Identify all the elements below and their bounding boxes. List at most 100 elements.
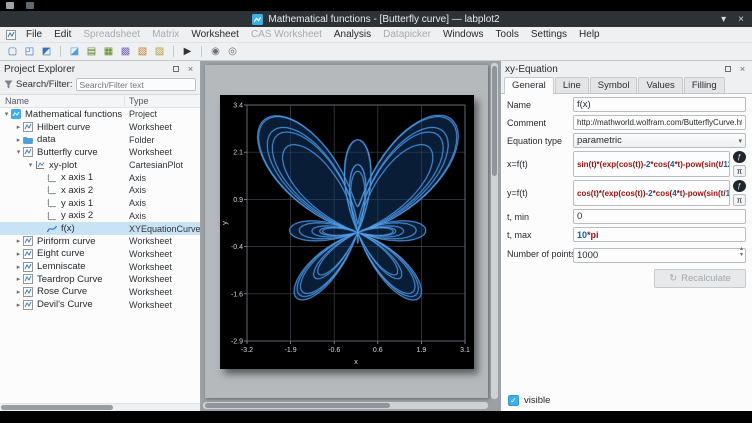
tree-row-y-axis-2[interactable]: y axis 2Axis	[0, 210, 200, 223]
explorer-horizontal-scrollbar[interactable]	[0, 403, 200, 411]
new-workbook-icon[interactable]: ▤	[84, 45, 99, 59]
expander-icon[interactable]: ▸	[14, 301, 23, 309]
xy-plot-area[interactable]: -3.2-1.9-0.60.61.93.13.42.10.9-0.4-1.6-2…	[220, 95, 474, 369]
open-project-icon[interactable]: ◰	[22, 45, 37, 59]
tab-filling[interactable]: Filling	[684, 77, 725, 93]
insert-constant-button[interactable]: π	[733, 194, 746, 206]
tree-row-hilbert-curve[interactable]: ▸Hilbert curveWorksheet	[0, 121, 200, 134]
scrollbar-thumb[interactable]	[492, 66, 497, 176]
worksheet-canvas[interactable]: -3.2-1.9-0.60.61.93.13.42.10.9-0.4-1.6-2…	[205, 65, 488, 398]
tree-row-lemniscate[interactable]: ▸LemniscateWorksheet	[0, 260, 200, 273]
tree-item-type: CartesianPlot	[125, 160, 200, 170]
svg-text:-1.6: -1.6	[230, 291, 242, 298]
new-project-icon[interactable]: ▢	[5, 45, 20, 59]
float-properties-button[interactable]	[722, 64, 733, 75]
worksheet-horizontal-scrollbar[interactable]	[203, 402, 488, 409]
expander-icon[interactable]: ▸	[14, 288, 23, 296]
tree-item-name: xy-plot	[49, 160, 77, 171]
tree-row-y-axis-1[interactable]: y axis 1Axis	[0, 197, 200, 210]
tray-icon-1[interactable]	[6, 2, 14, 9]
close-properties-button[interactable]: ×	[737, 64, 748, 75]
menu-settings[interactable]: Settings	[525, 29, 573, 40]
window-menu-icon[interactable]	[6, 30, 16, 40]
minimize-button[interactable]: ▾	[721, 14, 726, 25]
tree-row-butterfly-curve[interactable]: ▾Butterfly curveWorksheet	[0, 146, 200, 159]
insert-function-button[interactable]: ƒ	[733, 151, 746, 163]
zoom-icon[interactable]: ◎	[225, 45, 240, 59]
worksheet-vertical-scrollbar[interactable]	[491, 63, 498, 399]
search-input[interactable]	[76, 78, 197, 91]
save-project-icon[interactable]: ◩	[39, 45, 54, 59]
menu-edit[interactable]: Edit	[48, 29, 77, 40]
menu-help[interactable]: Help	[573, 29, 606, 40]
equation-type-select[interactable]: parametric ▾	[573, 133, 746, 148]
expander-icon[interactable]: ▸	[14, 250, 23, 258]
column-header-type[interactable]: Type	[125, 96, 200, 106]
tab-values[interactable]: Values	[638, 77, 682, 93]
tree-row-data[interactable]: ▸dataFolder	[0, 133, 200, 146]
tree-row-mathematical-functions[interactable]: ▾Mathematical functionsProject	[0, 108, 200, 121]
insert-function-button[interactable]: ƒ	[733, 180, 746, 192]
scrollbar-thumb[interactable]	[1, 405, 113, 410]
tree-row-devil-s-curve[interactable]: ▸Devil's CurveWorksheet	[0, 298, 200, 311]
visible-checkbox[interactable]: ✓	[508, 395, 519, 406]
y-equation-input[interactable]: cos(t)*(exp(cos(t))-2*cos(4*t)-pow(sin(t…	[573, 180, 730, 206]
menu-file[interactable]: File	[20, 29, 48, 40]
menu-analysis[interactable]: Analysis	[328, 29, 377, 40]
float-icon	[173, 66, 179, 72]
tmax-input[interactable]: 10*pi	[573, 227, 746, 242]
run-worksheet-icon[interactable]: ▶	[180, 45, 195, 59]
tree-item-name: Butterfly curve	[37, 147, 98, 158]
tree-item-type: Worksheet	[125, 262, 200, 272]
tree-row-x-axis-2[interactable]: x axis 2Axis	[0, 184, 200, 197]
tree-row-x-axis-1[interactable]: x axis 1Axis	[0, 171, 200, 184]
desktop-bottom-strip	[0, 411, 752, 423]
name-input[interactable]	[573, 97, 746, 112]
tree-row-f-x[interactable]: f(x)XYEquationCurve	[0, 222, 200, 235]
tree-row-eight-curve[interactable]: ▸Eight curveWorksheet	[0, 248, 200, 261]
svg-text:-0.4: -0.4	[230, 244, 242, 251]
float-panel-button[interactable]	[170, 64, 181, 75]
tray-icon-2[interactable]	[26, 2, 34, 9]
expander-icon[interactable]: ▸	[14, 237, 23, 245]
tree-row-xy-plot[interactable]: ▾ xy-plot CartesianPlot	[0, 159, 200, 172]
tree-row-piriform-curve[interactable]: ▸Piriform curveWorksheet	[0, 235, 200, 248]
x-equation-input[interactable]: sin(t)*(exp(cos(t))-2*cos(4*t)-pow(sin(t…	[573, 151, 730, 177]
expander-icon[interactable]: ▾	[14, 148, 23, 156]
close-button[interactable]: ×	[738, 14, 744, 25]
insert-constant-button[interactable]: π	[733, 165, 746, 177]
menu-tools[interactable]: Tools	[490, 29, 525, 40]
tab-symbol[interactable]: Symbol	[590, 77, 638, 93]
tab-general[interactable]: General	[504, 77, 554, 94]
tree-row-teardrop-curve[interactable]: ▸Teardrop CurveWorksheet	[0, 273, 200, 286]
new-spreadsheet-icon[interactable]: ▦	[101, 45, 116, 59]
recalculate-button[interactable]: ↻ Recalculate	[654, 269, 746, 288]
spinner-arrows-icon[interactable]: ▴▾	[740, 246, 743, 258]
scrollbar-thumb[interactable]	[205, 403, 390, 408]
points-input[interactable]	[573, 248, 746, 263]
expander-icon[interactable]: ▸	[14, 263, 23, 271]
tmin-label: t, min	[507, 212, 573, 222]
tab-line[interactable]: Line	[555, 77, 589, 93]
tree-item-name: Devil's Curve	[37, 299, 93, 310]
column-header-name[interactable]: Name	[0, 96, 125, 106]
new-matrix-icon[interactable]: ▩	[118, 45, 133, 59]
tmin-input[interactable]	[573, 209, 746, 224]
expander-icon[interactable]: ▸	[14, 275, 23, 283]
tree-row-rose-curve[interactable]: ▸Rose CurveWorksheet	[0, 286, 200, 299]
menu-windows[interactable]: Windows	[437, 29, 490, 40]
close-panel-button[interactable]: ×	[185, 64, 196, 75]
expander-icon[interactable]: ▾	[26, 161, 35, 169]
magnet-snap-icon[interactable]: ◉	[208, 45, 223, 59]
svg-text:x: x	[354, 357, 358, 366]
new-folder-icon[interactable]: ◪	[67, 45, 82, 59]
menu-worksheet[interactable]: Worksheet	[185, 29, 245, 40]
new-note-icon[interactable]: ▨	[152, 45, 167, 59]
properties-tabs: GeneralLineSymbolValuesFilling	[501, 77, 752, 94]
expander-icon[interactable]: ▾	[2, 110, 11, 118]
comment-input[interactable]	[573, 115, 746, 130]
titlebar[interactable]: Mathematical functions - [Butterfly curv…	[0, 11, 752, 27]
new-worksheet-icon[interactable]: ▧	[135, 45, 150, 59]
expander-icon[interactable]: ▸	[14, 136, 23, 144]
expander-icon[interactable]: ▸	[14, 123, 23, 131]
